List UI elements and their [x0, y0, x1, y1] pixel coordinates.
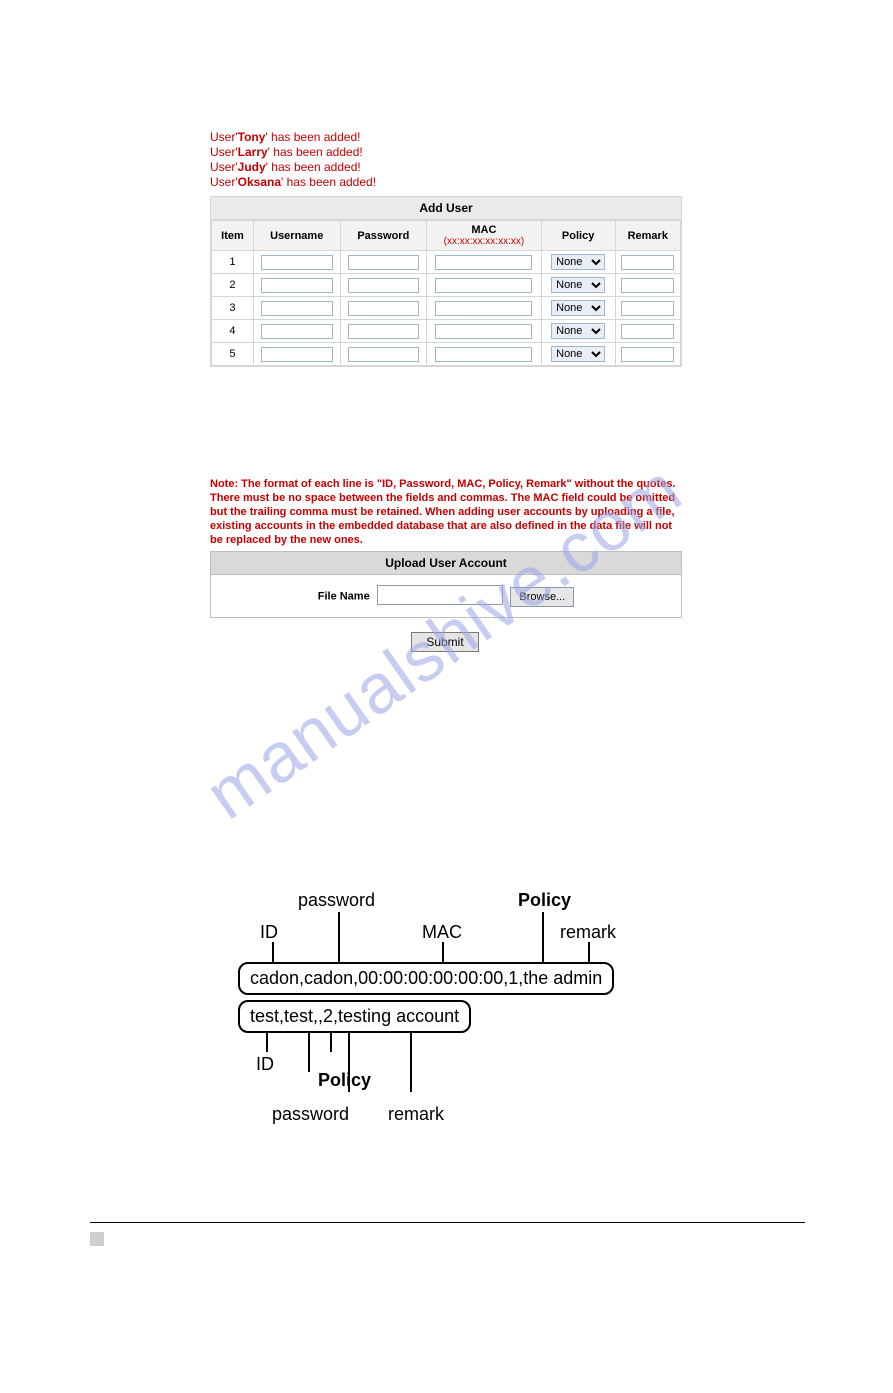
mac-input[interactable] [435, 347, 532, 362]
item-number: 2 [212, 274, 254, 297]
diagram-label-password: password [298, 890, 375, 911]
mac-input[interactable] [435, 324, 532, 339]
diagram-example-line-1: cadon,cadon,00:00:00:00:00:00,1,the admi… [238, 962, 614, 995]
upload-row: File Name Browse... [211, 575, 681, 617]
table-header-row: Item Username Password MAC (xx:xx:xx:xx:… [212, 221, 681, 251]
diagram-label-mac: MAC [422, 922, 462, 943]
remark-input[interactable] [621, 301, 674, 316]
diagram-example-line-2: test,test,,2,testing account [238, 1000, 471, 1033]
diagram-label-remark: remark [560, 922, 616, 943]
table-row: 4 None [212, 320, 681, 343]
diagram-label-remark-bottom: remark [388, 1104, 444, 1125]
password-input[interactable] [348, 278, 420, 293]
format-diagram: password Policy ID MAC remark cadon,cado… [230, 880, 660, 1140]
password-input[interactable] [348, 255, 420, 270]
password-input[interactable] [348, 347, 420, 362]
upload-note-text: Note: The format of each line is "ID, Pa… [210, 477, 680, 547]
policy-select[interactable]: None [551, 323, 605, 339]
diagram-line [410, 1032, 412, 1092]
username-input[interactable] [261, 278, 333, 293]
status-username: Judy [238, 160, 266, 174]
status-messages: User'Tony' has been added! User'Larry' h… [210, 130, 680, 190]
add-user-title: Add User [211, 197, 681, 220]
username-input[interactable] [261, 255, 333, 270]
status-username: Oksana [238, 175, 281, 189]
diagram-line [330, 1032, 332, 1052]
diagram-label-id-bottom: ID [256, 1054, 274, 1075]
col-policy-header: Policy [541, 221, 615, 251]
username-input[interactable] [261, 347, 333, 362]
password-input[interactable] [348, 324, 420, 339]
policy-select[interactable]: None [551, 277, 605, 293]
col-password-header: Password [340, 221, 427, 251]
username-input[interactable] [261, 301, 333, 316]
table-row: 1 None [212, 251, 681, 274]
remark-input[interactable] [621, 255, 674, 270]
diagram-label-password-bottom: password [272, 1104, 349, 1125]
mac-input[interactable] [435, 278, 532, 293]
diagram-label-policy-bottom: Policy [318, 1070, 371, 1091]
policy-select[interactable]: None [551, 300, 605, 316]
remark-input[interactable] [621, 324, 674, 339]
status-line: User'Oksana' has been added! [210, 175, 680, 190]
status-suffix: has been added! [287, 175, 376, 189]
status-line: User'Tony' has been added! [210, 130, 680, 145]
browse-button[interactable]: Browse... [510, 587, 574, 607]
status-username: Tony [238, 130, 266, 144]
diagram-line [588, 942, 590, 962]
diagram-line [266, 1032, 268, 1052]
add-user-panel: Add User Item Username Password MAC (xx:… [210, 196, 682, 367]
status-suffix: has been added! [271, 160, 360, 174]
add-user-table: Item Username Password MAC (xx:xx:xx:xx:… [211, 220, 681, 366]
diagram-line [308, 1032, 310, 1072]
status-prefix: User [210, 160, 235, 174]
col-remark-header: Remark [615, 221, 680, 251]
status-line: User'Larry' has been added! [210, 145, 680, 160]
diagram-line [338, 912, 340, 962]
col-mac-header: MAC (xx:xx:xx:xx:xx:xx) [427, 221, 542, 251]
status-line: User'Judy' has been added! [210, 160, 680, 175]
file-name-input[interactable] [377, 585, 503, 605]
table-row: 2 None [212, 274, 681, 297]
status-prefix: User [210, 145, 235, 159]
policy-select[interactable]: None [551, 254, 605, 270]
footer-rule [90, 1222, 805, 1223]
status-suffix: has been added! [271, 130, 360, 144]
diagram-label-policy: Policy [518, 890, 571, 911]
mac-format-hint: (xx:xx:xx:xx:xx:xx) [430, 236, 538, 247]
mac-input[interactable] [435, 301, 532, 316]
col-username-header: Username [253, 221, 340, 251]
password-input[interactable] [348, 301, 420, 316]
footer-page-marker [90, 1232, 104, 1246]
diagram-line [542, 912, 544, 962]
diagram-line [272, 942, 274, 962]
status-prefix: User [210, 175, 235, 189]
remark-input[interactable] [621, 347, 674, 362]
item-number: 1 [212, 251, 254, 274]
remark-input[interactable] [621, 278, 674, 293]
upload-panel: Upload User Account File Name Browse... [210, 551, 682, 618]
diagram-line [442, 942, 444, 962]
upload-title: Upload User Account [211, 552, 681, 575]
mac-input[interactable] [435, 255, 532, 270]
table-row: 5 None [212, 343, 681, 366]
item-number: 4 [212, 320, 254, 343]
item-number: 3 [212, 297, 254, 320]
mac-header-text: MAC [430, 224, 538, 236]
file-name-label: File Name [318, 591, 370, 603]
policy-select[interactable]: None [551, 346, 605, 362]
col-item-header: Item [212, 221, 254, 251]
status-prefix: User [210, 130, 235, 144]
table-row: 3 None [212, 297, 681, 320]
diagram-label-id: ID [260, 922, 278, 943]
username-input[interactable] [261, 324, 333, 339]
status-suffix: has been added! [273, 145, 362, 159]
item-number: 5 [212, 343, 254, 366]
status-username: Larry [238, 145, 268, 159]
submit-button[interactable]: Submit [411, 632, 478, 652]
